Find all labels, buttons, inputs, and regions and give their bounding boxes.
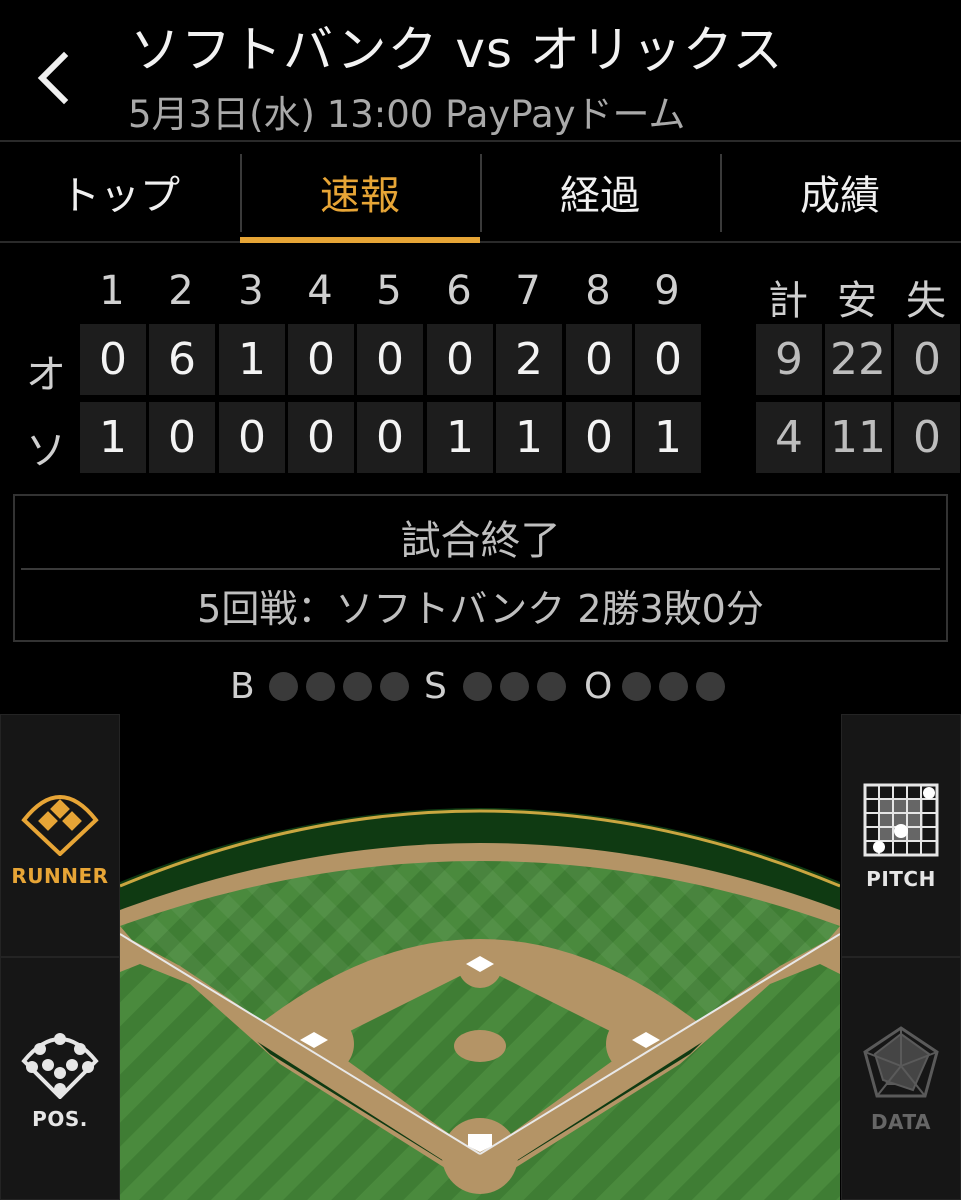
- series-record: 5回戦：ソフトバンク 2勝3敗0分: [197, 587, 764, 631]
- header: ソフトバンク vs オリックス 5月3日(水) 13:00 PayPayドーム: [0, 0, 961, 140]
- runner-label: RUNNER: [11, 863, 109, 888]
- inning-score: 0: [566, 324, 632, 395]
- total-errors: 0: [894, 324, 960, 395]
- inning-score: 0: [357, 324, 423, 395]
- inning-header: 8: [585, 268, 611, 314]
- inning-header: 1: [99, 268, 125, 314]
- inning-header: 4: [307, 268, 333, 314]
- out-indicator: [659, 672, 688, 701]
- back-button[interactable]: [28, 42, 78, 112]
- out-indicator: [622, 672, 651, 701]
- inning-score: 0: [80, 324, 146, 395]
- inning-score: 6: [149, 324, 215, 395]
- hits-header: 安: [837, 278, 877, 324]
- strike-indicator: [537, 672, 566, 701]
- strike-indicator: [463, 672, 492, 701]
- page-title: ソフトバンク vs オリックス: [130, 21, 784, 79]
- inning-header: 9: [654, 268, 680, 314]
- pitch-label: PITCH: [866, 866, 936, 891]
- inning-score: 1: [80, 402, 146, 473]
- total-hits: 22: [825, 324, 891, 395]
- ball-indicator: [269, 672, 298, 701]
- game-status-box: 試合終了 5回戦：ソフトバンク 2勝3敗0分: [13, 494, 948, 642]
- inning-score: 1: [427, 402, 493, 473]
- inning-score: 0: [288, 324, 354, 395]
- inning-score: 0: [149, 402, 215, 473]
- inning-header: 6: [446, 268, 472, 314]
- inning-score: 1: [635, 402, 701, 473]
- tab-live[interactable]: 速報: [240, 142, 480, 243]
- tab-progress[interactable]: 経過: [480, 142, 720, 241]
- runner-button[interactable]: RUNNER: [0, 714, 120, 957]
- inning-score: 2: [496, 324, 562, 395]
- total-runs: 9: [756, 324, 822, 395]
- inning-score: 1: [496, 402, 562, 473]
- game-state: 試合終了: [400, 518, 561, 564]
- inning-header: 2: [168, 268, 194, 314]
- scoreboard: 1 2 3 4 5 6 7 8 9 計 安 失 オ 0 6 1 0 0 0 2 …: [0, 250, 961, 480]
- inning-score: 0: [219, 402, 285, 473]
- tab-bar: トップ 速報 経過 成績: [0, 140, 961, 243]
- bso-count: B S O: [0, 666, 961, 707]
- tab-top[interactable]: トップ: [0, 142, 240, 241]
- strike-indicator: [500, 672, 529, 701]
- position-label: POS.: [32, 1106, 88, 1131]
- inning-score: 0: [288, 402, 354, 473]
- inning-score: 0: [635, 324, 701, 395]
- position-icon: [21, 1032, 99, 1099]
- inning-score: 0: [566, 402, 632, 473]
- ball-indicator: [380, 672, 409, 701]
- field-panel: RUNNER POS. PITCH DATA: [0, 714, 961, 1200]
- tab-stats[interactable]: 成績: [720, 142, 960, 241]
- game-info: 5月3日(水) 13:00 PayPayドーム: [128, 93, 686, 136]
- total-runs: 4: [756, 402, 822, 473]
- pitch-zone-icon: [863, 783, 939, 856]
- total-errors: 0: [894, 402, 960, 473]
- divider: [21, 568, 940, 570]
- inning-score: 1: [219, 324, 285, 395]
- inning-score: 0: [427, 324, 493, 395]
- out-label: O: [584, 666, 613, 707]
- data-label: DATA: [870, 1109, 932, 1134]
- runner-icon: [21, 794, 99, 856]
- chevron-left-icon: [37, 51, 69, 105]
- total-hits: 11: [825, 402, 891, 473]
- baseball-field: [120, 808, 840, 1200]
- out-indicator: [696, 672, 725, 701]
- inning-header: 5: [376, 268, 402, 314]
- pitchers-mound: [454, 1030, 506, 1062]
- inning-header: 3: [238, 268, 264, 314]
- inning-header: 7: [515, 268, 541, 314]
- position-button[interactable]: POS.: [0, 957, 120, 1200]
- strike-label: S: [424, 666, 447, 707]
- team-label-orix: オ: [26, 352, 66, 398]
- ball-indicator: [343, 672, 372, 701]
- errors-header: 失: [906, 278, 946, 324]
- data-button[interactable]: DATA: [841, 957, 961, 1200]
- radar-chart-icon: [863, 1025, 939, 1097]
- team-label-softbank: ソ: [26, 428, 66, 474]
- inning-score: 0: [357, 402, 423, 473]
- runs-header: 計: [768, 278, 808, 324]
- ball-label: B: [230, 666, 255, 707]
- pitch-button[interactable]: PITCH: [841, 714, 961, 957]
- ball-indicator: [306, 672, 335, 701]
